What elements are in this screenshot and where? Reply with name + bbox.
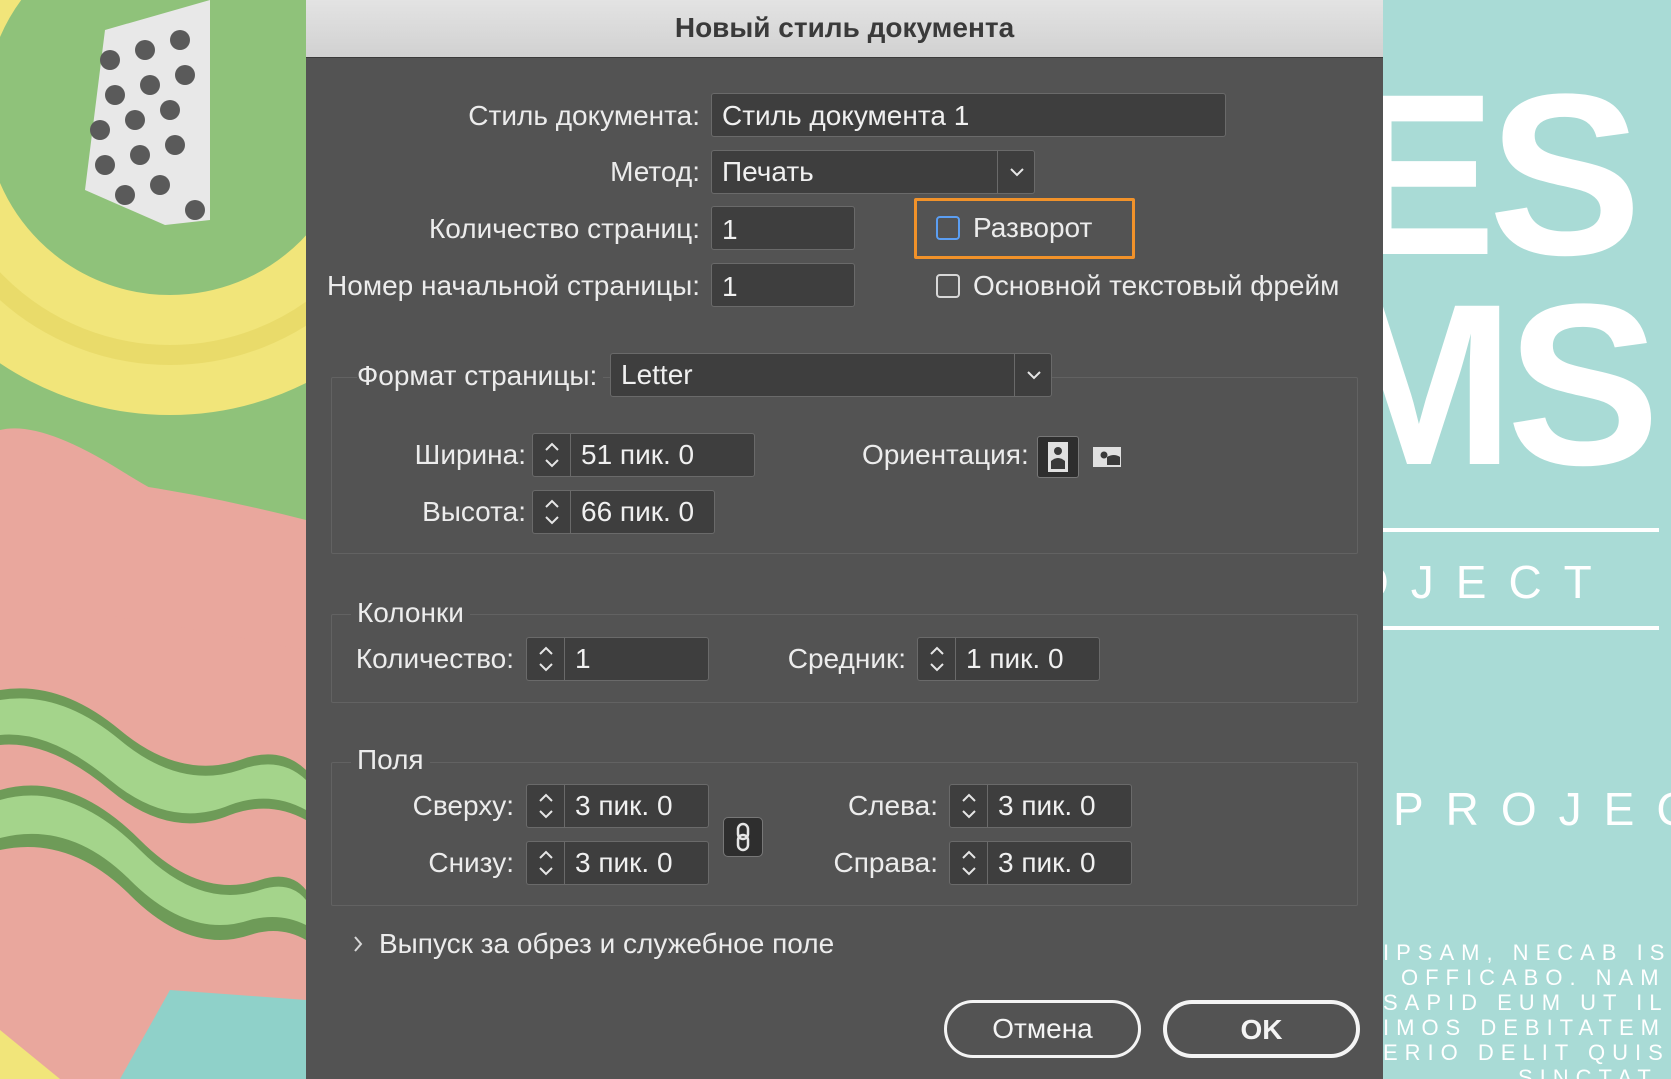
margins-group [331,762,1358,906]
ok-button[interactable]: OK [1163,1000,1360,1058]
document-style-name-input[interactable]: Стиль документа 1 [711,93,1226,137]
document-style-label: Стиль документа: [468,100,700,131]
width-label: Ширина: [414,439,526,470]
portrait-orientation-button[interactable] [1037,436,1079,478]
left-margin-value: 3 пик. 0 [998,790,1096,821]
top-margin-stepper-arrows[interactable] [527,785,565,827]
stepper-arrows-icon [538,850,553,876]
dialog-titlebar[interactable]: Новый стиль документа [306,0,1383,58]
gutter-label: Средник: [787,643,906,674]
new-document-style-dialog: Новый стиль документа Стиль документа: С… [306,0,1383,1079]
page-count-input[interactable]: 1 [711,206,855,250]
method-select-value: Печать [722,156,814,187]
facing-pages-checkbox[interactable] [936,216,960,240]
chevron-down-icon [1009,168,1024,177]
height-stepper-arrows[interactable] [533,491,571,533]
stepper-arrows-icon [538,646,553,672]
chevron-right-icon [354,936,363,952]
landscape-page-icon [1093,447,1121,467]
stepper-arrows-icon [929,646,944,672]
height-stepper[interactable]: 66 пик. 0 [532,490,715,534]
primary-text-frame-checkbox[interactable] [936,274,960,298]
landscape-orientation-button[interactable] [1086,436,1128,478]
page-size-select-value: Letter [621,359,693,390]
column-count-value: 1 [575,643,591,674]
gutter-stepper[interactable]: 1 пик. 0 [917,637,1100,681]
method-label: Метод: [610,156,700,187]
abstract-shapes-image [0,0,306,1079]
stepper-arrows-icon [544,442,559,468]
poster-divider [1383,528,1659,532]
method-dropdown-button[interactable] [997,151,1034,193]
background-artwork-left [0,0,306,1079]
left-margin-label: Слева: [847,790,938,821]
dialog-title: Новый стиль документа [674,12,1015,43]
start-page-input[interactable]: 1 [711,263,855,307]
poster-body-line: SINCTAT [1518,1065,1658,1079]
poster-subtitle-1: OJECT [1383,556,1614,608]
bottom-margin-stepper[interactable]: 3 пик. 0 [526,841,709,885]
width-stepper[interactable]: 51 пик. 0 [532,433,755,477]
background-poster-right: ES MS OJECT PROJECT IPSAM, NECAB IS OFFI… [1383,0,1671,1079]
top-margin-stepper[interactable]: 3 пик. 0 [526,784,709,828]
bottom-margin-value: 3 пик. 0 [575,847,673,878]
chevron-down-icon [1026,371,1041,380]
margins-group-title: Поля [351,743,430,777]
right-margin-label: Справа: [833,847,938,878]
primary-text-frame-label[interactable]: Основной текстовый фрейм [973,269,1339,303]
right-margin-stepper-arrows[interactable] [950,842,988,884]
width-stepper-arrows[interactable] [533,434,571,476]
stepper-arrows-icon [961,850,976,876]
right-margin-stepper[interactable]: 3 пик. 0 [949,841,1132,885]
cancel-button[interactable]: Отмена [944,1000,1141,1058]
top-margin-value: 3 пик. 0 [575,790,673,821]
poster-body-line: IPSAM, NECAB IS [1383,940,1671,965]
orientation-label: Ориентация: [862,439,1029,470]
start-page-label: Номер начальной страницы: [327,270,700,301]
column-count-label: Количество: [355,643,514,674]
poster-divider [1383,626,1659,630]
bottom-margin-stepper-arrows[interactable] [527,842,565,884]
poster-body-line: ERIO DELIT QUIS [1383,1040,1670,1065]
height-label: Высота: [422,496,526,527]
bleed-and-slug-label[interactable]: Выпуск за обрез и служебное поле [379,927,834,961]
column-count-stepper-arrows[interactable] [527,638,565,680]
poster-body-line: IMOS DEBITATEM [1383,1015,1666,1040]
page-size-label: Формат страницы: [357,359,604,393]
poster-heading-line-2: MS [1383,256,1660,513]
left-margin-stepper[interactable]: 3 пик. 0 [949,784,1132,828]
method-select[interactable]: Печать [711,150,1035,194]
poster-subtitle-2: PROJECT [1393,783,1671,835]
poster-body-line: OFFICABO. NAM [1401,965,1666,990]
page-size-select[interactable]: Letter [610,353,1052,397]
gutter-stepper-arrows[interactable] [918,638,956,680]
right-margin-value: 3 пик. 0 [998,847,1096,878]
height-value: 66 пик. 0 [581,496,695,527]
bleed-disclosure-toggle[interactable] [346,929,370,959]
page-count-label: Количество страниц: [428,213,700,244]
bottom-margin-label: Снизу: [428,847,514,878]
columns-group-title: Колонки [351,596,470,630]
poster-body-line: SAPID EUM UT IL [1383,990,1669,1015]
stepper-arrows-icon [538,793,553,819]
width-value: 51 пик. 0 [581,439,695,470]
portrait-page-icon [1048,442,1068,472]
stepper-arrows-icon [544,499,559,525]
top-margin-label: Сверху: [412,790,514,821]
left-margin-stepper-arrows[interactable] [950,785,988,827]
gutter-value: 1 пик. 0 [966,643,1064,674]
facing-pages-label[interactable]: Разворот [973,211,1092,245]
page-size-dropdown-button[interactable] [1014,354,1051,396]
column-count-stepper[interactable]: 1 [526,637,709,681]
stepper-arrows-icon [961,793,976,819]
